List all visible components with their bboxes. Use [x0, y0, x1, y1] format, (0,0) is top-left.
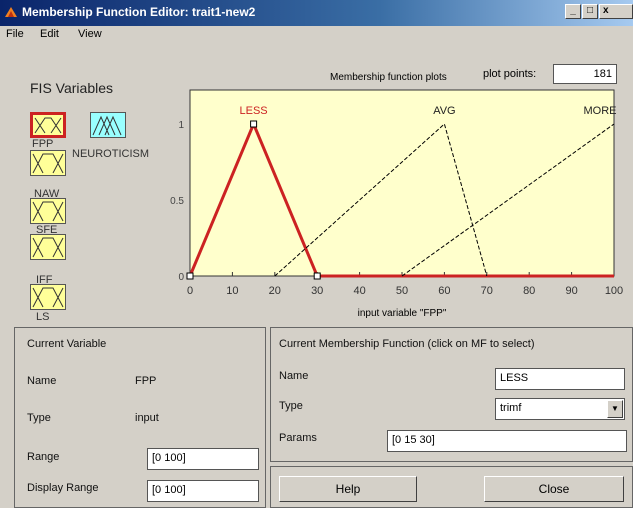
display-range-input[interactable]: [0 100]	[147, 480, 259, 502]
display-range-label: Display Range	[27, 482, 99, 494]
current-mf-title: Current Membership Function (click on MF…	[279, 338, 535, 350]
name-value: FPP	[135, 375, 157, 387]
x-tick-label: 50	[396, 285, 408, 297]
x-tick-label: 30	[311, 285, 323, 297]
current-variable-panel: Current Variable Name FPP Type input Ran…	[14, 327, 266, 508]
x-tick-label: 70	[481, 285, 493, 297]
mf-label-avg: AVG	[433, 105, 455, 117]
mf-label-more: MORE	[584, 105, 617, 117]
x-tick-label: 0	[187, 285, 193, 297]
params-input[interactable]: [0 15 30]	[387, 430, 627, 452]
range-label: Range	[27, 451, 60, 463]
current-variable-title: Current Variable	[27, 338, 107, 350]
plot-background	[189, 89, 615, 277]
mf-type-value: trimf	[500, 402, 522, 414]
y-tick-label: 1	[178, 120, 184, 131]
mf-type-select[interactable]: trimf ▼	[495, 398, 625, 420]
mf-name-input[interactable]: LESS	[495, 368, 625, 390]
x-tick-label: 10	[226, 285, 238, 297]
params-label: Params	[279, 432, 317, 444]
x-axis-label: input variable "FPP"	[358, 308, 447, 319]
mf-name-label: Name	[279, 370, 309, 382]
y-tick-label: 0.5	[170, 196, 184, 207]
x-tick-label: 40	[353, 285, 365, 297]
type-value: input	[135, 412, 159, 424]
close-button[interactable]: Close	[484, 476, 624, 502]
x-tick-label: 60	[438, 285, 450, 297]
type-label: Type	[27, 412, 51, 424]
x-tick-label: 90	[565, 285, 577, 297]
mf-vertex-handle[interactable]	[186, 272, 194, 280]
mf-label-less: LESS	[240, 105, 268, 117]
mf-type-label: Type	[279, 400, 303, 412]
mf-plot[interactable]: 00.51 0 10 20 30 40 50 60 70 80 90 100 LESS AVG MORE…	[0, 0, 633, 330]
mf-vertex-handle[interactable]	[313, 272, 321, 280]
x-tick-label: 100	[605, 285, 623, 297]
y-ticks: 00.51	[170, 120, 184, 283]
mf-vertex-handle[interactable]	[250, 120, 258, 128]
name-label: Name	[27, 375, 57, 387]
range-input[interactable]: [0 100]	[147, 448, 259, 470]
x-tick-label: 20	[269, 285, 281, 297]
y-tick-label: 0	[178, 272, 184, 283]
current-mf-panel: Current Membership Function (click on MF…	[270, 327, 633, 462]
x-tick-label: 80	[523, 285, 535, 297]
help-button[interactable]: Help	[279, 476, 417, 502]
chevron-down-icon[interactable]: ▼	[607, 400, 623, 418]
